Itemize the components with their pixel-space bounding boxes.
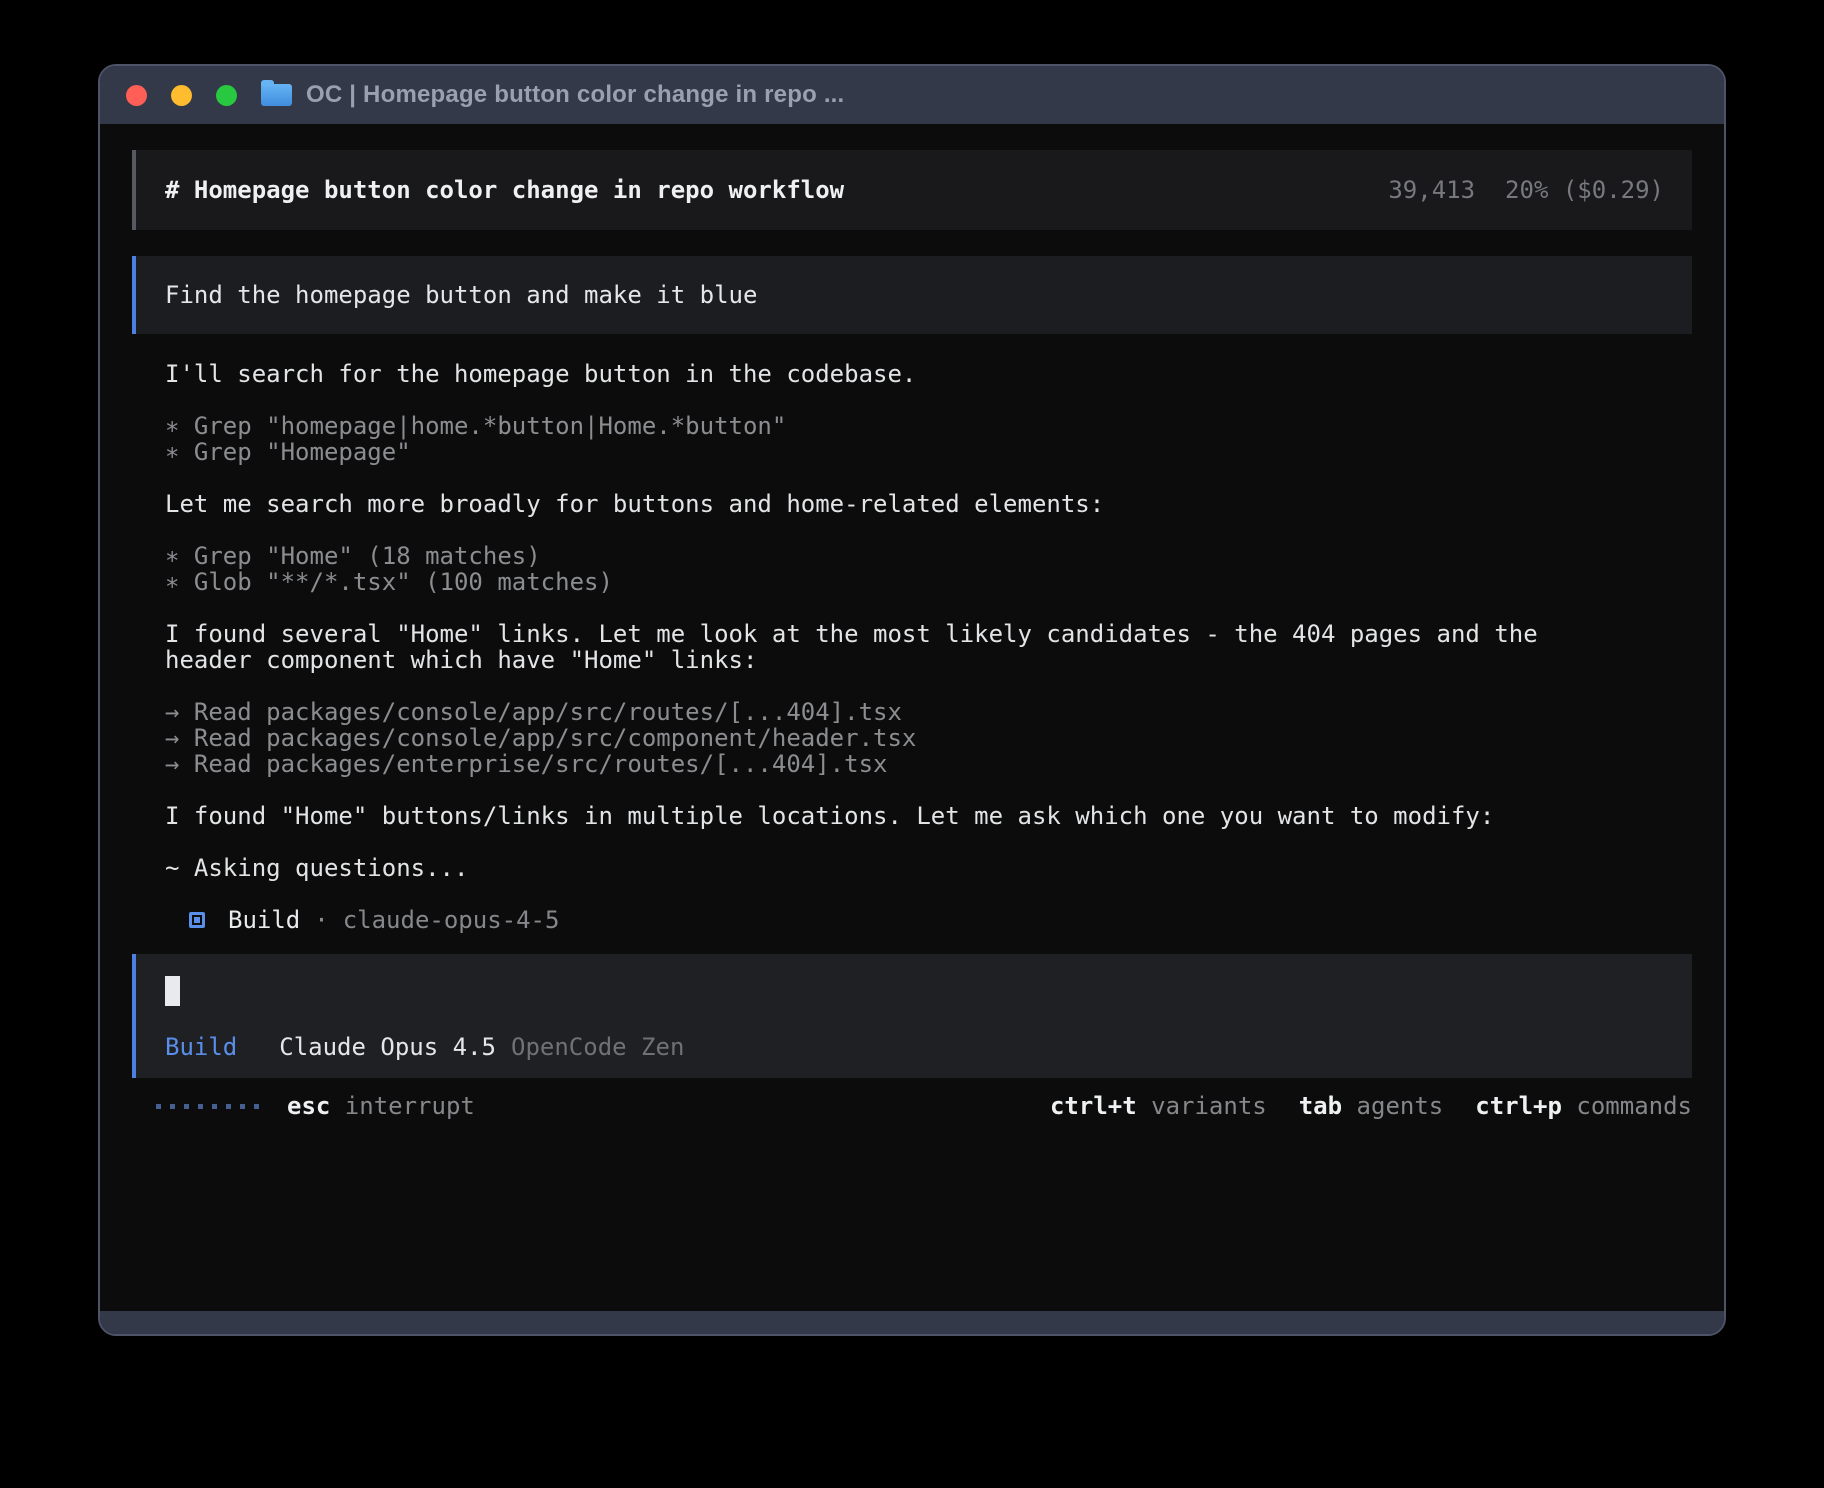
conversation-block-tool: → Read packages/console/app/src/routes/[… [165, 699, 1692, 777]
mode-label: Build [165, 1034, 237, 1060]
terminal-window: OC | Homepage button color change in rep… [98, 64, 1726, 1336]
spinner-dot [156, 1104, 161, 1109]
session-title: # Homepage button color change in repo w… [165, 177, 844, 203]
conversation-block-tool: ∗ Grep "homepage|home.*button|Home.*butt… [165, 413, 1692, 465]
user-message: Find the homepage button and make it blu… [132, 256, 1692, 334]
token-count: 39,413 [1388, 177, 1475, 203]
session-header: # Homepage button color change in repo w… [132, 150, 1692, 230]
conversation-line: ∗ Grep "homepage|home.*button|Home.*butt… [165, 413, 1692, 439]
conversation-line: I'll search for the homepage button in t… [165, 361, 1692, 387]
conversation-line: → Read packages/enterprise/src/routes/[.… [165, 751, 1692, 777]
shortcut-key: ctrl+p [1475, 1092, 1562, 1120]
shortcut-interrupt: esc interrupt [287, 1093, 475, 1119]
status-bar: esc interrupt ctrl+t variantstab agentsc… [132, 1090, 1692, 1122]
shortcut-agents: tab agents [1299, 1093, 1444, 1119]
shortcut-key: ctrl+t [1050, 1092, 1137, 1120]
conversation-line: I found several "Home" links. Let me loo… [165, 621, 1692, 647]
folder-icon [261, 84, 292, 106]
spinner-dot [212, 1104, 217, 1109]
spinner-dots [156, 1104, 259, 1109]
spinner-dot [170, 1104, 175, 1109]
conversation-line: ∗ Grep "Homepage" [165, 439, 1692, 465]
conversation-block-text: Let me search more broadly for buttons a… [165, 491, 1692, 517]
input-footer: Build Claude Opus 4.5 OpenCode Zen [165, 1034, 1692, 1060]
agent-build-icon [189, 912, 205, 928]
model-label: Claude Opus 4.5 [279, 1034, 496, 1060]
minimize-button[interactable] [171, 85, 192, 106]
provider-label: OpenCode Zen [511, 1034, 684, 1060]
conversation-block-text: I found "Home" buttons/links in multiple… [165, 803, 1692, 829]
conversation-line: header component which have "Home" links… [165, 647, 1692, 673]
conversation-line: ~ Asking questions... [165, 855, 1692, 881]
shortcuts-right: ctrl+t variants tab agents ctrl+p commands [1050, 1093, 1692, 1119]
conversation-block-tool: ∗ Grep "Home" (18 matches)∗ Glob "**/*.t… [165, 543, 1692, 595]
zoom-button[interactable] [216, 85, 237, 106]
agent-model: claude-opus-4-5 [343, 907, 560, 933]
agent-status-row: Build · claude-opus-4-5 [132, 907, 1692, 933]
spinner-dot [184, 1104, 189, 1109]
conversation-line: → Read packages/console/app/src/componen… [165, 725, 1692, 751]
user-message-text: Find the homepage button and make it blu… [165, 282, 757, 308]
close-button[interactable] [126, 85, 147, 106]
shortcut-label: agents [1342, 1092, 1443, 1120]
shortcut-label: interrupt [330, 1092, 475, 1120]
shortcut-label: variants [1137, 1092, 1267, 1120]
context-cost: 20% ($0.29) [1505, 177, 1664, 203]
conversation-block-text: I found several "Home" links. Let me loo… [165, 621, 1692, 673]
shortcut-variants: ctrl+t variants [1050, 1093, 1267, 1119]
desktop: OC | Homepage button color change in rep… [0, 0, 1824, 1488]
window-title: OC | Homepage button color change in rep… [306, 81, 844, 109]
shortcut-label: commands [1562, 1092, 1692, 1120]
traffic-lights [126, 85, 237, 106]
shortcuts-left: esc interrupt [287, 1093, 475, 1119]
conversation-line: I found "Home" buttons/links in multiple… [165, 803, 1692, 829]
conversation-line: → Read packages/console/app/src/routes/[… [165, 699, 1692, 725]
spinner-dot [226, 1104, 231, 1109]
status-left: esc interrupt [156, 1093, 475, 1119]
shortcut-commands: ctrl+p commands [1475, 1093, 1692, 1119]
conversation-block-text: I'll search for the homepage button in t… [165, 361, 1692, 387]
prompt-input[interactable]: Build Claude Opus 4.5 OpenCode Zen [132, 954, 1692, 1078]
shortcut-key: tab [1299, 1092, 1342, 1120]
agent-name: Build [228, 907, 300, 933]
spinner-dot [254, 1104, 259, 1109]
conversation: I'll search for the homepage button in t… [132, 361, 1692, 881]
conversation-block-text: ~ Asking questions... [165, 855, 1692, 881]
spinner-dot [198, 1104, 203, 1109]
window-footer [100, 1311, 1724, 1334]
text-cursor [165, 976, 180, 1006]
shortcut-key: esc [287, 1092, 330, 1120]
conversation-line: ∗ Grep "Home" (18 matches) [165, 543, 1692, 569]
window-titlebar: OC | Homepage button color change in rep… [100, 66, 1724, 124]
conversation-line: ∗ Glob "**/*.tsx" (100 matches) [165, 569, 1692, 595]
conversation-line: Let me search more broadly for buttons a… [165, 491, 1692, 517]
terminal-body: # Homepage button color change in repo w… [100, 124, 1724, 1311]
agent-separator: · [314, 907, 328, 933]
spinner-dot [240, 1104, 245, 1109]
session-stats: 39,413 20% ($0.29) [1388, 177, 1664, 203]
